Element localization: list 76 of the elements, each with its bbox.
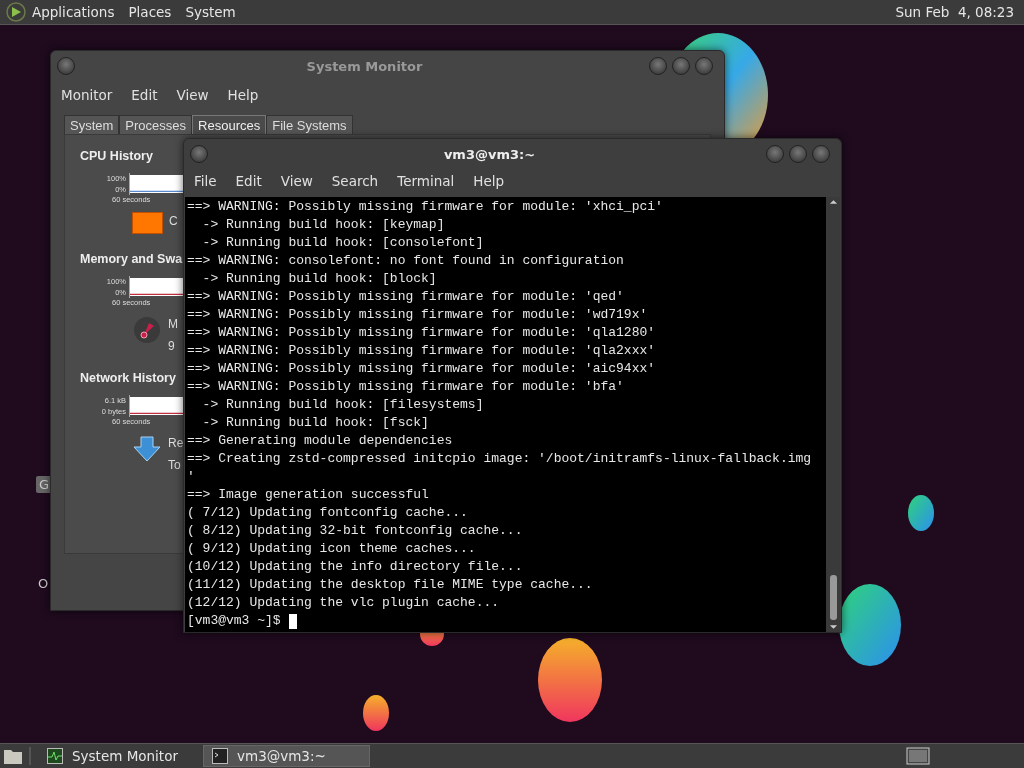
terminal-line: ' xyxy=(187,468,196,486)
taskbar-button[interactable]: vm3@vm3:~ xyxy=(203,745,370,767)
close-button[interactable] xyxy=(812,145,830,163)
legend-text: C xyxy=(169,214,178,228)
terminal-line: -> Running build hook: [keymap] xyxy=(201,216,446,234)
desktop-icon-label[interactable]: O xyxy=(38,576,49,591)
terminal-icon xyxy=(212,748,228,764)
terminal-line: -> Running build hook: [consolefont] xyxy=(201,234,485,252)
terminal-line: (10/12) Updating the info directory file... xyxy=(187,558,524,576)
clock[interactable]: Sun Feb 4, 08:23 xyxy=(895,4,1014,20)
gauge-icon xyxy=(132,315,162,345)
minimize-button[interactable] xyxy=(649,57,667,75)
tab[interactable]: Resources xyxy=(192,115,267,134)
maximize-button[interactable] xyxy=(672,57,690,75)
menu-item[interactable]: File xyxy=(194,173,217,189)
panel-menu[interactable]: Places xyxy=(128,4,172,20)
window-menu-button[interactable] xyxy=(57,57,75,75)
color-swatch[interactable] xyxy=(132,212,163,234)
tab[interactable]: Processes xyxy=(119,115,193,134)
terminal-line: ==> Generating module dependencies xyxy=(187,432,454,450)
menu-item[interactable]: Terminal xyxy=(397,173,455,189)
terminal-line: -> Running build hook: [fsck] xyxy=(201,414,430,432)
terminal-line: ==> WARNING: consolefont: no font found in configuration xyxy=(187,252,625,270)
menu-item[interactable]: Edit xyxy=(235,173,262,189)
section-heading: Memory and Swa xyxy=(80,252,183,266)
close-button[interactable] xyxy=(695,57,713,75)
maximize-button[interactable] xyxy=(789,145,807,163)
window-title: System Monitor xyxy=(305,58,424,74)
play-logo-icon[interactable] xyxy=(6,2,26,22)
panel-menu[interactable]: System xyxy=(185,4,236,20)
terminal-line: -> Running build hook: [block] xyxy=(201,270,438,288)
terminal-line: ( 7/12) Updating fontconfig cache... xyxy=(187,504,469,522)
terminal-line: ==> Creating zstd-compressed initcpio image: '/boot/initramfs-linux-fallback.img xyxy=(187,450,813,468)
menu-item[interactable]: Search xyxy=(331,173,379,189)
scrollbar-thumb[interactable] xyxy=(829,575,837,620)
tab[interactable]: System xyxy=(64,115,120,134)
terminal-line: ==> Image generation successful xyxy=(187,486,430,504)
menu-item[interactable]: Help xyxy=(473,173,505,189)
terminal-line: ( 8/12) Updating 32-bit fontconfig cache... xyxy=(187,522,524,540)
legend-text: Re xyxy=(168,436,184,450)
taskbar-button[interactable]: System Monitor xyxy=(39,745,189,767)
window-title: vm3@vm3:~ xyxy=(442,146,537,162)
menu-item[interactable]: Monitor xyxy=(61,87,113,103)
down-arrow-icon xyxy=(132,434,162,464)
terminal-line: ==> WARNING: Possibly missing firmware for module: 'qla1280' xyxy=(187,324,657,342)
terminal-line: ==> WARNING: Possibly missing firmware for module: 'aic94xx' xyxy=(187,360,657,378)
scrollbar[interactable] xyxy=(826,197,840,632)
window-menu-button[interactable] xyxy=(190,145,208,163)
terminal-line: -> Running build hook: [filesystems] xyxy=(201,396,485,414)
legend-text: To xyxy=(168,458,181,472)
terminal-line: ==> WARNING: Possibly missing firmware for module: 'qla2xxx' xyxy=(187,342,657,360)
shell-prompt: [vm3@vm3 ~]$ xyxy=(187,612,281,630)
scroll-up-icon[interactable] xyxy=(828,199,838,205)
menu-item[interactable]: View xyxy=(280,173,313,189)
terminal-line: (12/12) Updating the vlc plugin cache... xyxy=(187,594,501,612)
terminal-line: ==> WARNING: Possibly missing firmware for module: 'qed' xyxy=(187,288,625,306)
terminal-line: ( 9/12) Updating icon theme caches... xyxy=(187,540,477,558)
minimize-button[interactable] xyxy=(766,145,784,163)
pulse-monitor-icon xyxy=(47,748,63,764)
legend-text: 9 xyxy=(168,339,175,353)
terminal-line: ==> WARNING: Possibly missing firmware for module: 'bfa' xyxy=(187,378,625,396)
menu-item[interactable]: Help xyxy=(227,87,259,103)
terminal-line: ==> WARNING: Possibly missing firmware for module: 'xhci_pci' xyxy=(187,198,664,216)
section-heading: CPU History xyxy=(80,149,153,163)
tab[interactable]: File Systems xyxy=(266,115,353,134)
section-heading: Network History xyxy=(80,371,176,385)
folder-icon[interactable] xyxy=(3,747,23,765)
terminal-line: (11/12) Updating the desktop file MIME type cache... xyxy=(187,576,594,594)
legend-text: M xyxy=(168,317,178,331)
panel-menu[interactable]: Applications xyxy=(32,4,115,20)
scroll-down-icon[interactable] xyxy=(828,624,838,630)
terminal-line: ==> WARNING: Possibly missing firmware for module: 'wd719x' xyxy=(187,306,649,324)
text-cursor xyxy=(288,613,297,629)
workspace-icon[interactable] xyxy=(906,747,930,765)
menu-item[interactable]: View xyxy=(176,87,209,103)
menu-item[interactable]: Edit xyxy=(131,87,158,103)
